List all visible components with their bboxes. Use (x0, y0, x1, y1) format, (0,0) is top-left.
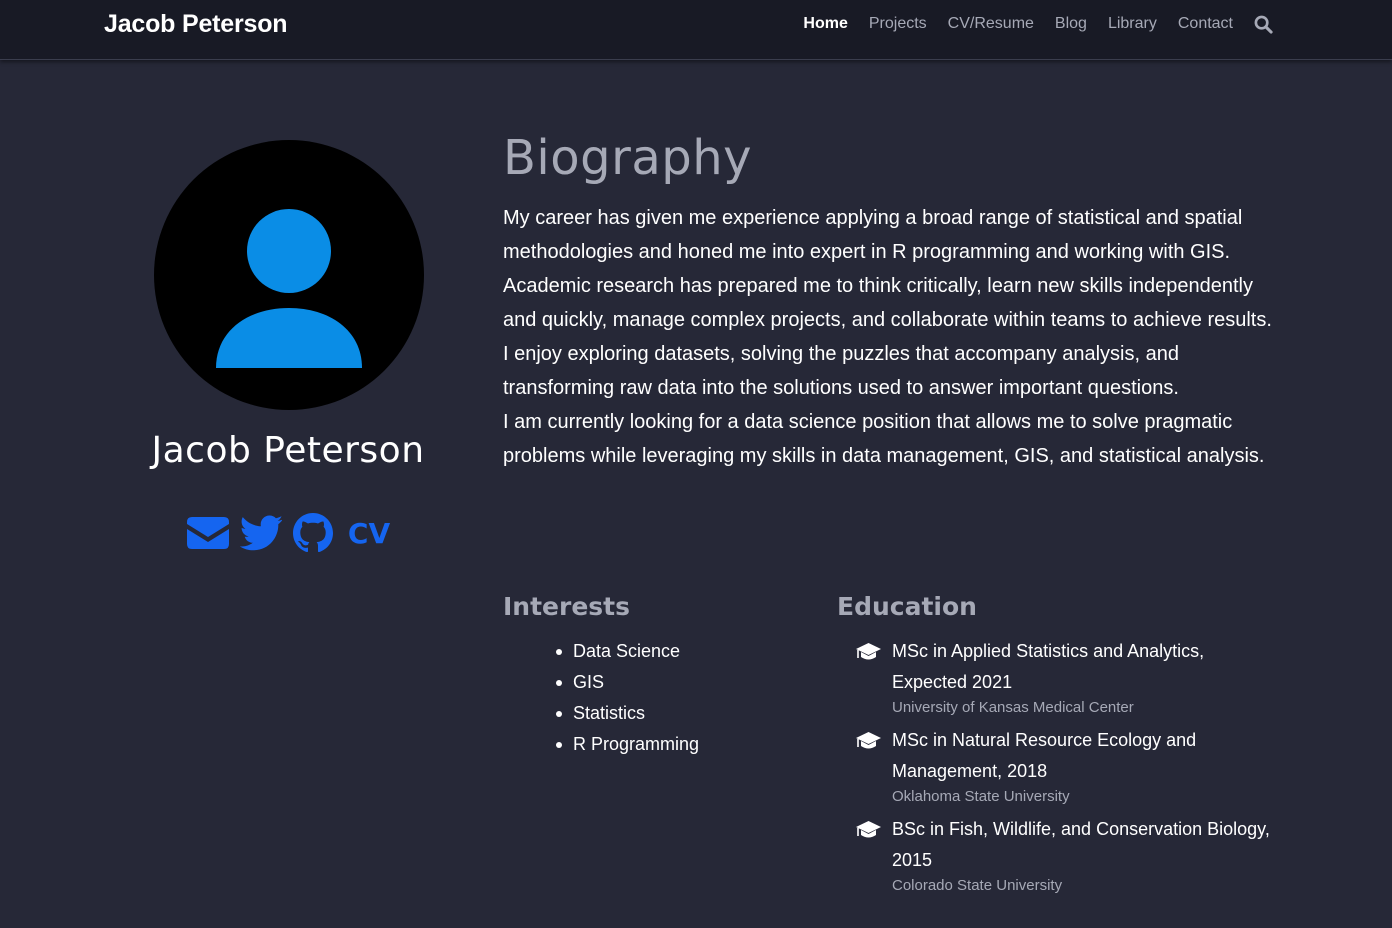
nav-link-home[interactable]: Home (803, 14, 847, 34)
social-links: CV (104, 512, 472, 554)
interests-section: Interests Data Science GIS Statistics R … (503, 592, 803, 760)
github-icon[interactable] (292, 512, 334, 554)
nav-link-blog[interactable]: Blog (1055, 14, 1087, 34)
education-course: BSc in Fish, Wildlife, and Conservation … (892, 819, 1270, 870)
graduation-cap-icon (855, 730, 882, 757)
biography-paragraph: My career has given me experience applyi… (503, 207, 1272, 399)
navbar: Jacob Peterson Home Projects CV/Resume B… (0, 0, 1392, 60)
interest-item: GIS (553, 667, 803, 698)
search-icon[interactable] (1253, 14, 1273, 34)
nav-links: Home Projects CV/Resume Blog Library Con… (782, 14, 1273, 34)
biography-text: My career has given me experience applyi… (503, 201, 1275, 473)
nav-link-projects[interactable]: Projects (869, 14, 927, 34)
interests-list: Data Science GIS Statistics R Programmin… (503, 636, 803, 760)
graduation-cap-icon (855, 641, 882, 668)
education-institution: Oklahoma State University (892, 788, 1070, 805)
biography-paragraph: I am currently looking for a data scienc… (503, 411, 1265, 467)
education-list: MSc in Applied Statistics and Analytics,… (837, 636, 1277, 896)
nav-link-contact[interactable]: Contact (1178, 14, 1233, 34)
education-item: BSc in Fish, Wildlife, and Conservation … (837, 814, 1277, 896)
interests-title: Interests (503, 592, 631, 621)
profile-name: Jacob Peterson (151, 430, 425, 471)
graduation-cap-icon (855, 819, 882, 846)
twitter-icon[interactable] (239, 515, 282, 551)
site-brand[interactable]: Jacob Peterson (104, 10, 288, 39)
education-institution: Colorado State University (892, 877, 1063, 894)
interest-item: Statistics (553, 698, 803, 729)
interest-item: R Programming (553, 729, 803, 760)
education-course: MSc in Applied Statistics and Analytics,… (892, 641, 1205, 692)
education-course: MSc in Natural Resource Ecology and Mana… (892, 730, 1197, 781)
envelope-icon[interactable] (186, 516, 230, 550)
user-avatar-icon (154, 140, 424, 410)
interest-item: Data Science (553, 636, 803, 667)
nav-link-library[interactable]: Library (1108, 14, 1157, 34)
nav-link-cv-resume[interactable]: CV/Resume (948, 14, 1034, 34)
education-title: Education (837, 592, 977, 621)
biography-title: Biography (503, 130, 753, 186)
education-section: Education MSc in Applied Statistics and … (837, 592, 1277, 903)
education-item: MSc in Natural Resource Ecology and Mana… (837, 725, 1277, 807)
education-institution: University of Kansas Medical Center (892, 699, 1134, 716)
education-item: MSc in Applied Statistics and Analytics,… (837, 636, 1277, 718)
cv-link[interactable]: CV (348, 517, 390, 550)
